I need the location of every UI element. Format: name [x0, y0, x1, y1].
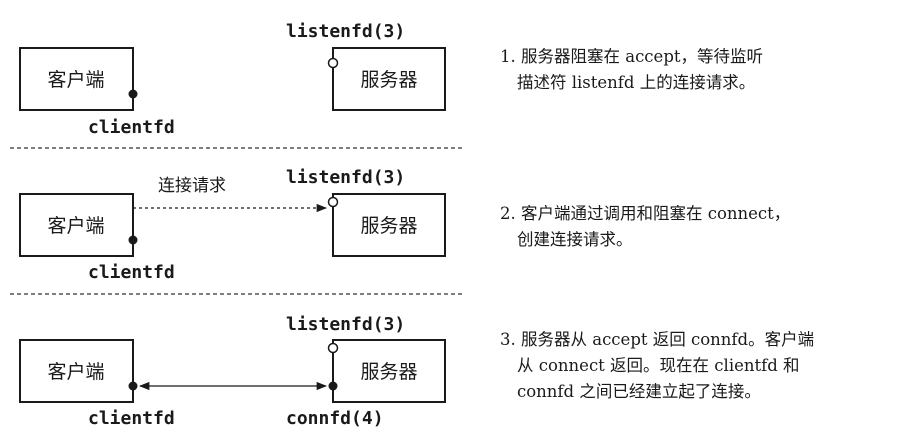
listenfd-label: listenfd(3)	[286, 167, 405, 188]
clientfd-socket-dot	[128, 235, 138, 245]
server-label: 服务器	[360, 215, 417, 237]
panel-1: listenfd(3) 客户端 clientfd 服务器	[19, 21, 446, 138]
server-label: 服务器	[360, 69, 417, 91]
listenfd-socket-circle	[327, 342, 339, 354]
clientfd-socket-dot	[128, 381, 138, 391]
step-text-line: 描述符 listenfd 上的连接请求。	[517, 73, 756, 92]
connection-request-label: 连接请求	[158, 176, 226, 196]
client-label: 客户端	[47, 215, 104, 237]
server-label: 服务器	[360, 361, 417, 383]
step-2-description: 2. 客户端通过调用和阻塞在 connect， 创建连接请求。	[500, 201, 910, 253]
listenfd-socket-circle	[327, 196, 339, 208]
connfd-label: connfd(4)	[286, 408, 384, 429]
panel-3: listenfd(3) 客户端 clientfd 服务器 connfd(4)	[19, 314, 446, 429]
clientfd-socket-dot	[128, 89, 138, 99]
step-3-description: 3. 服务器从 accept 返回 connfd。客户端 从 connect 返…	[500, 327, 910, 405]
step-text-line: 创建连接请求。	[517, 230, 633, 249]
step-text-line: 3. 服务器从 accept 返回 connfd。客户端	[500, 330, 815, 349]
step-text-line: connfd 之间已经建立起了连接。	[517, 382, 761, 401]
listenfd-label: listenfd(3)	[286, 21, 405, 42]
client-label: 客户端	[47, 69, 104, 91]
step-text-line: 1. 服务器阻塞在 accept，等待监听	[500, 47, 764, 66]
panel-2: listenfd(3) 连接请求 客户端 clientfd 服务器	[19, 167, 446, 283]
clientfd-label: clientfd	[88, 408, 175, 429]
clientfd-label: clientfd	[88, 117, 175, 138]
client-label: 客户端	[47, 361, 104, 383]
diagram-stage: listenfd(3) 客户端 clientfd 服务器 listenfd(3)…	[0, 0, 921, 432]
listenfd-label: listenfd(3)	[286, 314, 405, 335]
step-1-description: 1. 服务器阻塞在 accept，等待监听 描述符 listenfd 上的连接请…	[500, 44, 910, 96]
listenfd-socket-circle	[327, 57, 339, 69]
step-text-line: 从 connect 返回。现在在 clientfd 和	[517, 356, 800, 375]
connfd-socket-dot	[328, 381, 338, 391]
clientfd-label: clientfd	[88, 262, 175, 283]
step-text-line: 2. 客户端通过调用和阻塞在 connect，	[500, 204, 791, 223]
